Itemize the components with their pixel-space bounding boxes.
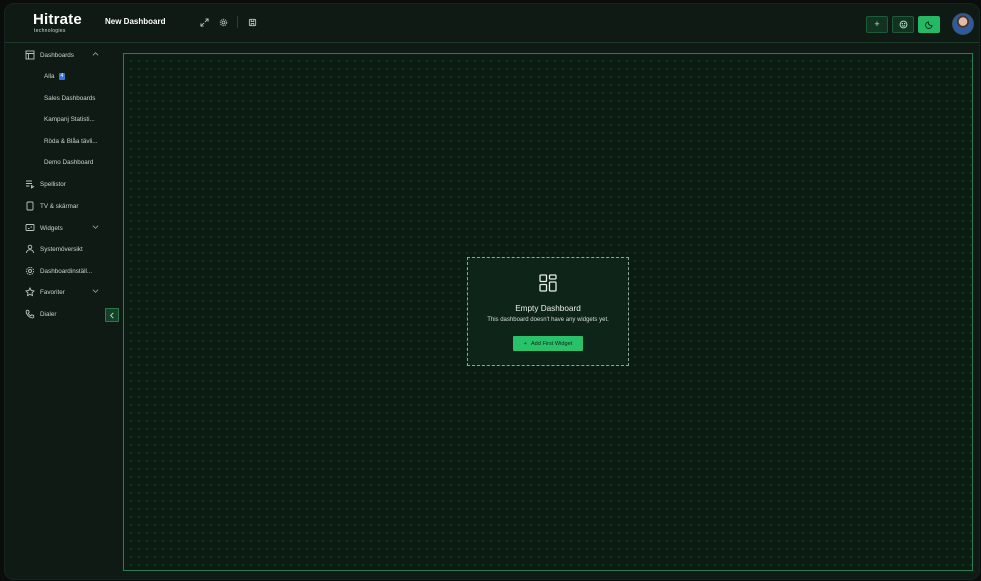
chevron-down-icon[interactable] [92,224,99,232]
expand-icon[interactable] [199,17,209,27]
phone-icon [25,309,35,319]
add-first-widget-button[interactable]: + Add First Widget [513,336,583,351]
sidebar-item-label: Widgets [40,224,63,232]
sidebar-item-systemoversikt[interactable]: Systemöversikt [25,243,119,255]
sidebar-item-label: Dashboards [40,51,74,59]
empty-state-panel: Empty Dashboard This dashboard doesn't h… [467,257,629,366]
plus-icon: + [874,19,880,29]
sidebar-subitem-demo[interactable]: Demo Dashboard [44,157,93,167]
save-icon[interactable] [247,17,257,27]
sidebar-item-label: TV & skärmar [40,202,79,210]
users-icon [25,244,35,254]
sidebar-item-label: Dialer [40,310,57,318]
chevron-up-icon[interactable] [92,51,99,59]
app-window: Hitrate technologies New Dashboard + Das… [4,3,980,580]
collapse-sidebar-button[interactable] [105,308,119,322]
tablet-icon [25,201,35,211]
dashboard-canvas[interactable]: Empty Dashboard This dashboard doesn't h… [123,53,973,571]
playlist-icon [25,179,35,189]
user-avatar[interactable] [952,13,974,35]
header-actions: + [866,13,974,35]
widgets-icon [25,223,35,233]
sidebar-item-widgets[interactable]: Widgets [25,222,119,234]
count-badge: 4 [58,72,66,80]
theme-toggle-button[interactable] [918,15,940,33]
sidebar-item-label: Favoriter [40,288,65,296]
sidebar-subitem-label: Sales Dashboards [44,94,96,102]
sidebar-subitem-alla[interactable]: Alla 4 [44,71,66,81]
sidebar-subitem-label: Alla [44,72,55,80]
sidebar-item-label: Spellistor [40,180,66,188]
chevron-left-icon [109,312,114,318]
add-first-widget-label: Add First Widget [530,340,573,347]
sidebar-item-tv-skarmar[interactable]: TV & skärmar [25,200,119,212]
sidebar-subitem-sales[interactable]: Sales Dashboards [44,93,95,103]
sidebar-subitem-label: Röda & Blåa tävli... [44,137,98,145]
sidebar-subitem-kampanj[interactable]: Kampanj Statisti... [44,114,95,124]
feedback-button[interactable] [892,15,914,33]
sidebar-item-label: Dashboardinställ... [40,267,93,275]
chevron-down-icon[interactable] [92,288,99,296]
smiley-icon [899,20,907,28]
layout-grid-icon [539,274,557,292]
sidebar-item-dashboards[interactable]: Dashboards [25,49,119,61]
sidebar-subitem-label: Demo Dashboard [44,158,94,166]
moon-icon [924,20,933,29]
sidebar-item-dashboardinstallningar[interactable]: Dashboardinställ... [25,265,119,277]
brand-logo[interactable]: Hitrate technologies [33,12,82,34]
sidebar: Dashboards Alla 4 Sales Dashboards Kampa… [5,43,123,579]
brand-name: Hitrate [33,11,82,28]
empty-state-title: Empty Dashboard [515,304,581,313]
sidebar-subitem-label: Kampanj Statisti... [44,115,95,123]
title-actions [199,16,257,28]
divider [237,16,238,28]
plus-icon: + [523,340,527,347]
gear-icon [25,266,35,276]
sidebar-item-label: Systemöversikt [40,245,83,253]
star-icon [25,287,35,297]
sidebar-item-spellistor[interactable]: Spellistor [25,178,119,190]
top-bar: Hitrate technologies New Dashboard + [5,4,979,43]
settings-icon[interactable] [218,17,228,27]
dashboard-title[interactable]: New Dashboard [105,17,165,26]
sidebar-item-favoriter[interactable]: Favoriter [25,286,119,298]
sidebar-subitem-roda-blaa[interactable]: Röda & Blåa tävli... [44,136,98,146]
brand-sub: technologies [34,28,66,34]
empty-state-description: This dashboard doesn't have any widgets … [487,317,609,323]
dashboard-icon [25,50,35,60]
add-widget-button[interactable]: + [866,15,888,33]
